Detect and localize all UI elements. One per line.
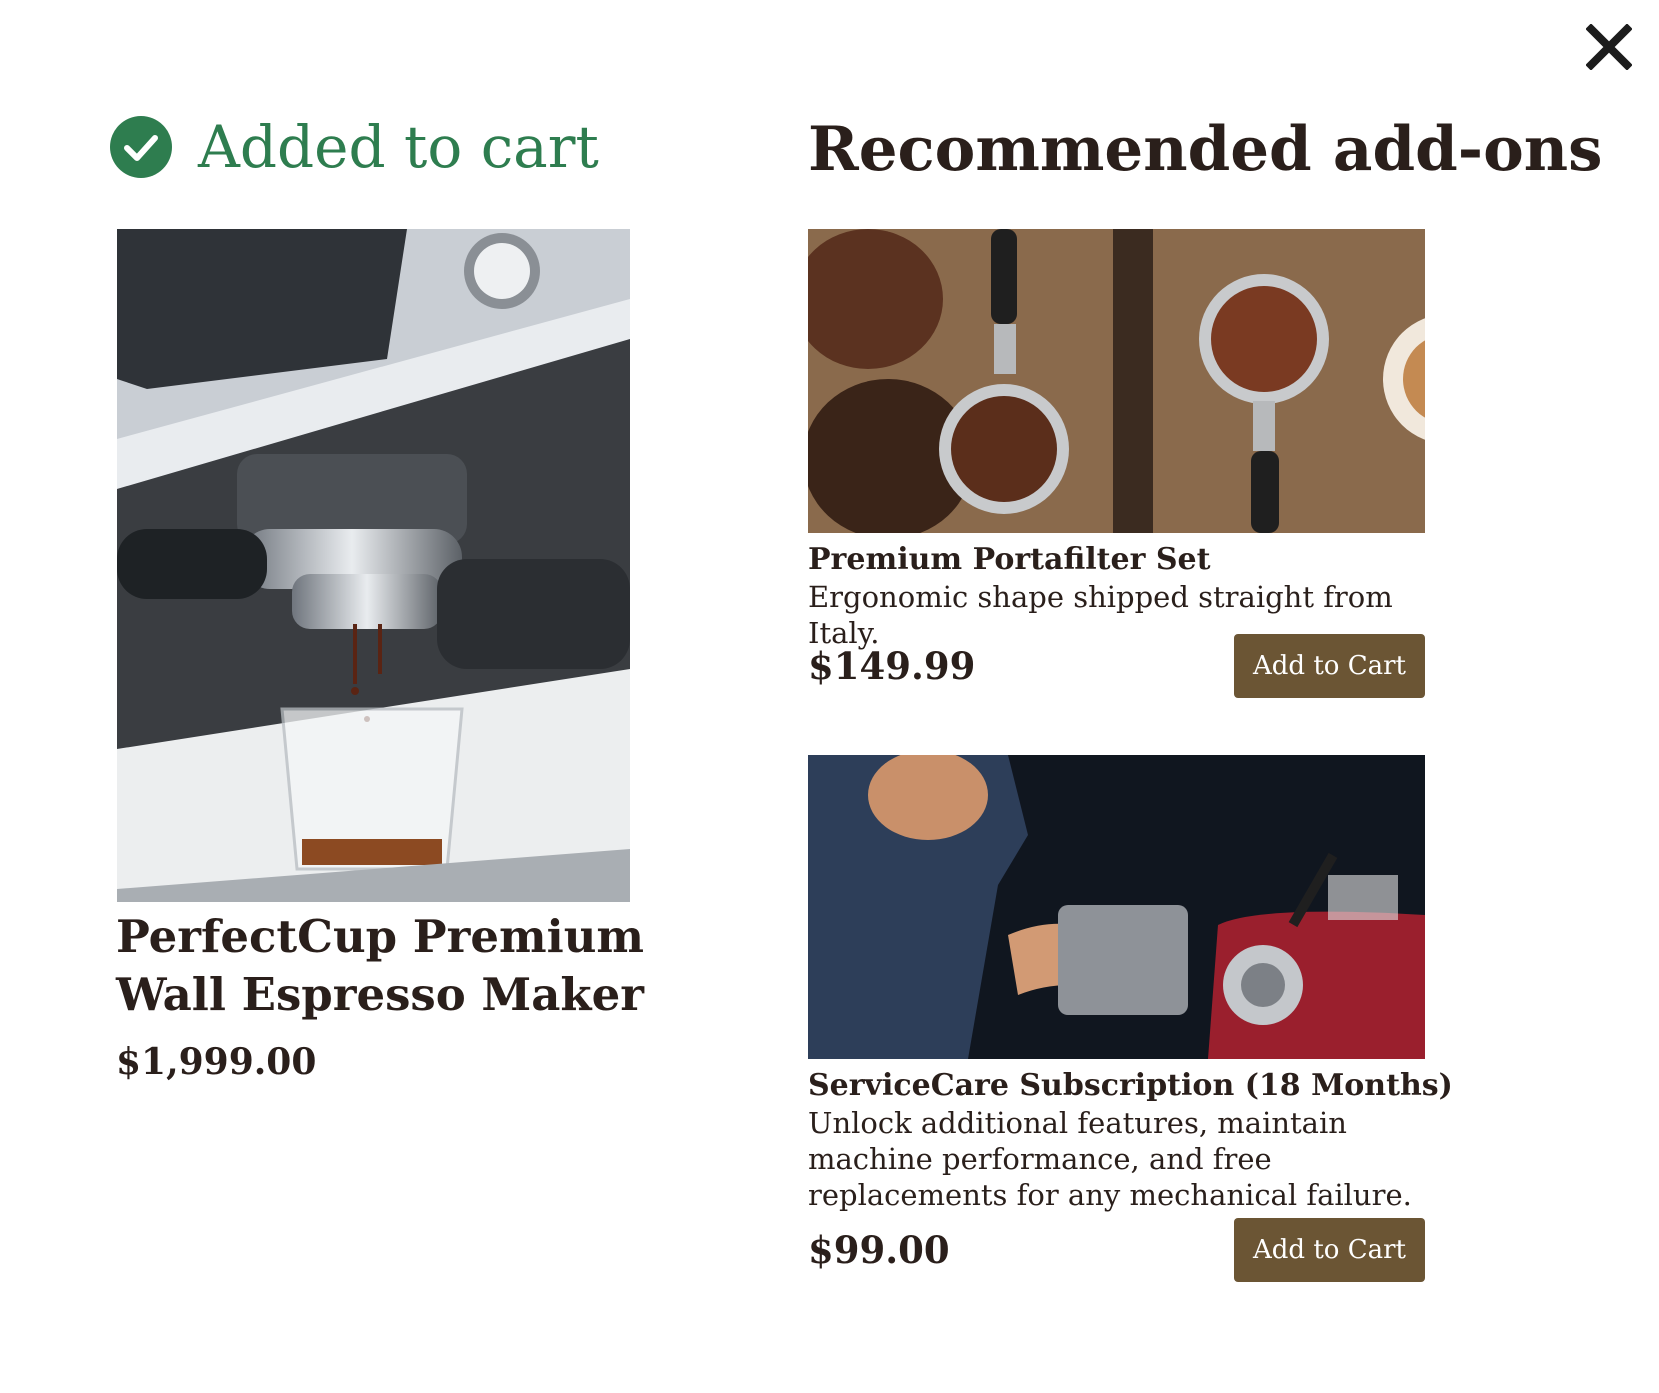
check-circle-icon — [110, 116, 172, 178]
product-title: PerfectCup Premium Wall Espresso Maker — [116, 910, 645, 1021]
recommendation-price: $149.99 — [808, 644, 976, 688]
product-price: $1,999.00 — [116, 1041, 317, 1083]
recommendation-footer: $149.99 Add to Cart — [808, 634, 1425, 698]
recommendation-image — [808, 755, 1425, 1059]
recommendation-footer: $99.00 Add to Cart — [808, 1218, 1425, 1282]
close-button[interactable] — [1582, 20, 1636, 74]
close-icon — [1586, 24, 1632, 70]
add-to-cart-button[interactable]: Add to Cart — [1234, 1218, 1425, 1282]
product-image — [117, 229, 630, 902]
recommended-title: Recommended add-ons — [808, 114, 1603, 185]
recommendation-description: Unlock additional features, maintain mac… — [808, 1106, 1412, 1212]
recommendation-name: Premium Portafilter Set — [808, 542, 1211, 577]
add-to-cart-button[interactable]: Add to Cart — [1234, 634, 1425, 698]
added-to-cart-header: Added to cart — [110, 112, 599, 182]
recommendation-name: ServiceCare Subscription (18 Months) — [808, 1068, 1453, 1103]
recommendation-price: $99.00 — [808, 1228, 950, 1272]
recommendation-image — [808, 229, 1425, 533]
added-to-cart-label: Added to cart — [198, 113, 599, 181]
recommendation-card: Premium Portafilter Set Ergonomic shape … — [808, 229, 1425, 698]
recommendation-card: ServiceCare Subscription (18 Months) Unl… — [808, 755, 1453, 1282]
